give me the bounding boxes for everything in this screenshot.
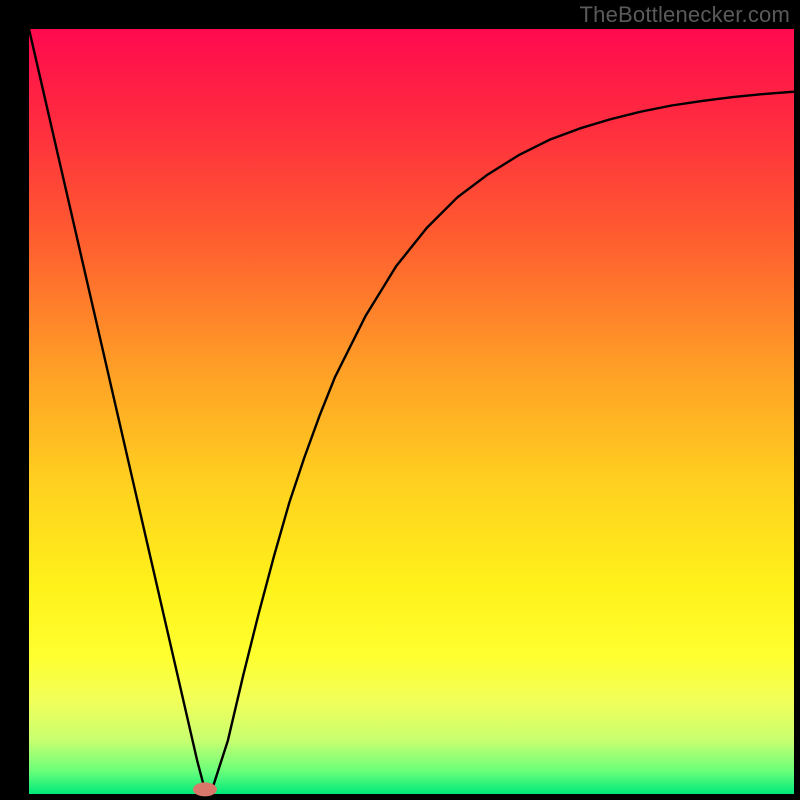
optimum-marker bbox=[193, 782, 217, 796]
watermark-text: TheBottlenecker.com bbox=[580, 2, 790, 28]
chart-svg bbox=[0, 0, 800, 800]
chart-plot-area bbox=[29, 29, 794, 794]
bottleneck-chart: TheBottlenecker.com bbox=[0, 0, 800, 800]
